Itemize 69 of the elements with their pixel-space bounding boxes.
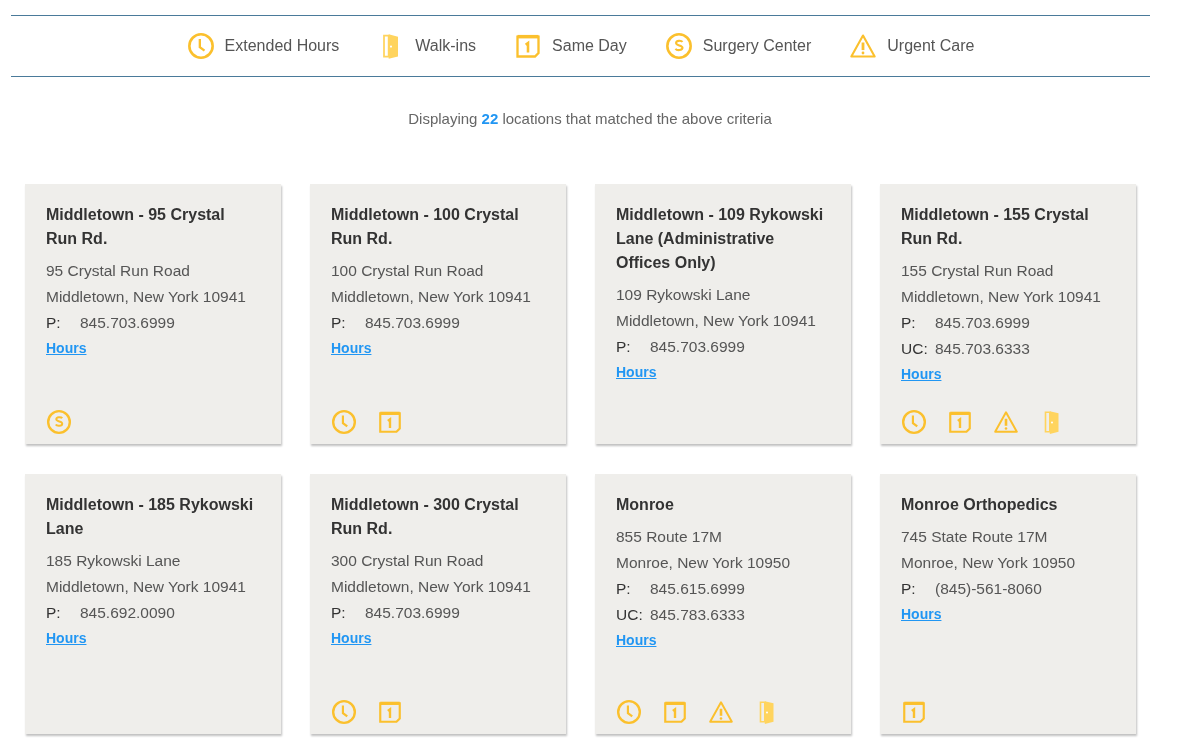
phone-label: P: [616,336,632,357]
location-name: Monroe Orthopedics [901,494,1059,515]
filter-button[interactable]: Same Day [514,32,627,60]
warning-icon [993,408,1019,435]
phone-label: P: [901,578,917,599]
phone-label: P: [616,578,632,599]
location-name: Monroe [616,494,675,515]
location-name: Middletown - 100 Crystal Run Rd. [331,204,520,249]
address-line: 745 State Route 17M [901,526,1049,547]
address-line: 855 Route 17M [616,526,723,547]
phone-number: 845.703.6999 [80,312,175,333]
phone-number: 845.703.6999 [650,336,745,357]
address-line: Monroe, New York 10950 [901,552,1077,573]
location-name: Middletown - 95 Crystal Run Rd. [46,204,226,249]
phone-number: 845.703.6999 [365,312,460,333]
address-line: 109 Rykowski Lane [616,284,752,305]
phone-number: 845.783.6333 [650,604,745,625]
address-line: 185 Rykowski Lane [46,550,182,571]
warning-icon [849,32,878,60]
address-line: Middletown, New York 10941 [331,286,532,307]
address-line: 155 Crystal Run Road [901,260,1055,281]
filter-button[interactable]: Urgent Care [849,32,975,60]
filter-button[interactable]: Extended Hours [186,32,340,60]
address-line: Middletown, New York 10941 [46,286,247,307]
location-name: Middletown - 109 Rykowski Lane (Administrative Offices Only) [616,204,825,273]
phone-label: UC: [901,338,929,359]
warning-icon [708,698,734,725]
hours-link[interactable]: Hours [616,359,657,384]
phone-number: 845.703.6333 [935,338,1030,359]
hours-link[interactable]: Hours [46,625,87,650]
hours-link[interactable]: Hours [331,335,372,360]
hours-link[interactable]: Hours [901,361,942,386]
clock-icon [901,408,927,435]
location-name: Middletown - 185 Rykowski Lane [46,494,255,539]
surgery-center-icon [46,408,72,435]
phone-number: (845)-561-8060 [935,578,1042,599]
address-line: Middletown, New York 10941 [331,576,532,597]
hours-link[interactable]: Hours [331,625,372,650]
clock-icon [616,698,642,725]
filter-button[interactable]: Walk-ins [377,32,477,60]
phone-label: UC: [616,604,644,625]
calendar-icon [514,32,543,60]
address-line: Middletown, New York 10941 [616,310,817,331]
address-line: Middletown, New York 10941 [46,576,247,597]
clock-icon [331,698,357,725]
phone-number: 845.703.6999 [935,312,1030,333]
phone-label: P: [901,312,917,333]
address-line: Middletown, New York 10941 [901,286,1102,307]
phone-label: P: [46,602,62,623]
results-summary: Displaying 22 locations that matched the above criteria [407,109,773,129]
phone-label: P: [331,312,347,333]
surgery-center-icon [664,32,693,60]
phone-number: 845.703.6999 [365,602,460,623]
hours-link[interactable]: Hours [616,627,657,652]
location-name: Middletown - 155 Crystal Run Rd. [901,204,1090,249]
clock-icon [331,408,357,435]
hours-link[interactable]: Hours [46,335,87,360]
address-line: Monroe, New York 10950 [616,552,792,573]
hours-link[interactable]: Hours [901,601,942,626]
filter-button[interactable]: Surgery Center [664,32,812,60]
address-line: 100 Crystal Run Road [331,260,485,281]
phone-label: P: [331,602,347,623]
phone-number: 845.692.0090 [80,602,175,623]
address-line: 95 Crystal Run Road [46,260,191,281]
phone-number: 845.615.6999 [650,578,745,599]
phone-label: P: [46,312,62,333]
clock-icon [186,32,215,60]
location-name: Middletown - 300 Crystal Run Rd. [331,494,520,539]
address-line: 300 Crystal Run Road [331,550,485,571]
